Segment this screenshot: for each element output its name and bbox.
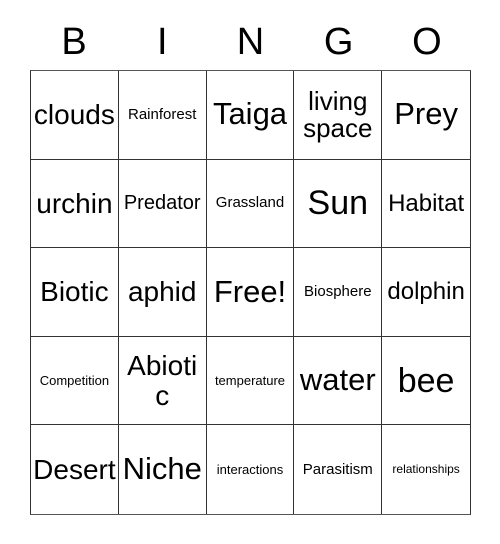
bingo-cell-label: Habitat xyxy=(388,189,465,217)
bingo-cell-label: Prey xyxy=(394,96,458,132)
bingo-cell-g5[interactable]: Parasitism xyxy=(294,425,383,514)
bingo-cell-i5[interactable]: Niche xyxy=(118,425,207,514)
bingo-cell-free-space[interactable]: Free! xyxy=(206,248,295,337)
bingo-cell-o4[interactable]: bee xyxy=(382,336,470,426)
bingo-cell-label: Parasitism xyxy=(302,460,373,478)
bingo-cell-g4[interactable]: water xyxy=(294,336,383,426)
bingo-cell-label: Grassland xyxy=(215,194,285,212)
bingo-cell-o1[interactable]: Prey xyxy=(382,71,470,160)
bingo-cell-o3[interactable]: dolphin xyxy=(382,248,470,337)
bingo-cell-n1[interactable]: Taiga xyxy=(206,71,295,160)
bingo-cell-label: aphid xyxy=(127,276,197,308)
bingo-cell-label: living space xyxy=(303,85,373,143)
bingo-cell-label: relationships xyxy=(392,462,460,477)
bingo-header-letter-o: O xyxy=(412,21,442,63)
bingo-cell-o2[interactable]: Habitat xyxy=(382,159,470,249)
bingo-cell-label: Sun xyxy=(307,184,369,223)
bingo-card: B I N G O clouds Rainforest Taiga living… xyxy=(0,0,500,544)
bingo-cell-label: bee xyxy=(397,361,455,400)
bingo-cell-label: urchin xyxy=(36,187,113,219)
bingo-cell-label: Niche xyxy=(122,451,202,487)
bingo-cell-i4[interactable]: Abiotic xyxy=(118,336,207,426)
bingo-cell-n4[interactable]: temperature xyxy=(206,336,295,426)
bingo-cell-n5[interactable]: interactions xyxy=(206,425,295,514)
bingo-cell-b3[interactable]: Biotic xyxy=(31,248,119,337)
bingo-cell-b5[interactable]: Desert xyxy=(31,425,119,514)
bingo-cell-label: Competition xyxy=(39,372,110,388)
bingo-cell-label: clouds xyxy=(33,98,115,130)
bingo-cell-i2[interactable]: Predator xyxy=(118,159,207,249)
bingo-cell-b4[interactable]: Competition xyxy=(31,336,119,426)
bingo-cell-label: interactions xyxy=(216,461,284,477)
bingo-cell-label: Rainforest xyxy=(128,105,197,123)
bingo-cell-b1[interactable]: clouds xyxy=(31,71,119,160)
bingo-cell-label: water xyxy=(299,362,376,398)
bingo-cell-g2[interactable]: Sun xyxy=(294,159,383,249)
bingo-grid: clouds Rainforest Taiga living space Pre… xyxy=(30,70,471,515)
bingo-header-row: B I N G O xyxy=(30,14,471,70)
bingo-cell-label: Abiotic xyxy=(127,349,198,411)
bingo-cell-label: Predator xyxy=(123,191,201,214)
bingo-header-letter-n: N xyxy=(236,21,265,63)
bingo-cell-i3[interactable]: aphid xyxy=(118,248,207,337)
bingo-cell-label: dolphin xyxy=(387,278,465,306)
bingo-header-letter-b: B xyxy=(61,21,87,63)
bingo-cell-label: temperature xyxy=(214,372,286,388)
bingo-header-letter-i: I xyxy=(157,21,168,63)
bingo-cell-label: Taiga xyxy=(212,96,288,132)
bingo-cell-n2[interactable]: Grassland xyxy=(206,159,295,249)
bingo-free-space-label: Free! xyxy=(213,273,287,309)
bingo-cell-o5[interactable]: relationships xyxy=(382,425,470,514)
bingo-cell-i1[interactable]: Rainforest xyxy=(118,71,207,160)
bingo-cell-label: Biotic xyxy=(40,276,109,308)
bingo-cell-b2[interactable]: urchin xyxy=(31,159,119,249)
bingo-cell-label: Biosphere xyxy=(304,283,372,301)
bingo-cell-g1[interactable]: living space xyxy=(294,71,383,160)
bingo-header-letter-g: G xyxy=(323,21,354,63)
bingo-cell-label: Desert xyxy=(33,453,116,485)
bingo-cell-g3[interactable]: Biosphere xyxy=(294,248,383,337)
